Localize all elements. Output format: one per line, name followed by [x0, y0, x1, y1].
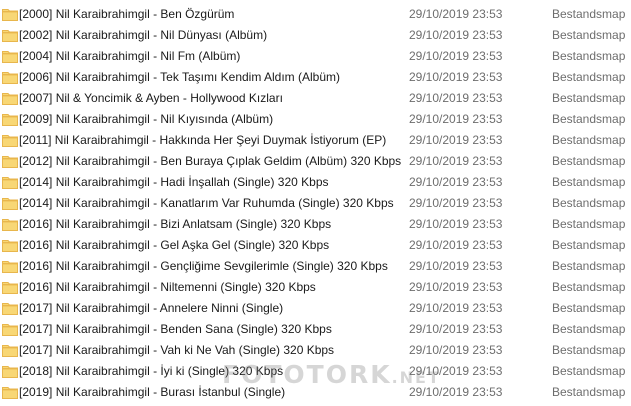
folder-icon [2, 345, 18, 357]
item-type: Bestandsmap [552, 385, 626, 399]
folder-icon [2, 198, 18, 210]
folder-row[interactable]: [2016] Nil Karaibrahimgil - Gel Aşka Gel… [0, 235, 631, 256]
folder-row[interactable]: [2016] Nil Karaibrahimgil - Niltemenni (… [0, 277, 631, 298]
item-type: Bestandsmap [552, 154, 626, 168]
folder-name: [2012] Nil Karaibrahimgil - Ben Buraya Ç… [19, 154, 402, 168]
folder-row[interactable]: [2016] Nil Karaibrahimgil - Gençliğime S… [0, 256, 631, 277]
date-modified: 29/10/2019 23:53 [409, 133, 503, 147]
folder-row[interactable]: [2016] Nil Karaibrahimgil - Bizi Anlatsa… [0, 214, 631, 235]
item-type: Bestandsmap [552, 343, 626, 357]
folder-row[interactable]: [2002] Nil Karaibrahimgil - Nil Dünyası … [0, 25, 631, 46]
item-type: Bestandsmap [552, 196, 626, 210]
date-modified: 29/10/2019 23:53 [409, 238, 503, 252]
folder-icon [2, 93, 18, 105]
folder-icon [2, 303, 18, 315]
date-modified: 29/10/2019 23:53 [409, 154, 503, 168]
folder-icon [2, 156, 18, 168]
folder-row[interactable]: [2009] Nil Karaibrahimgil - Nil Kıyısınd… [0, 109, 631, 130]
date-modified: 29/10/2019 23:53 [409, 322, 503, 336]
folder-row[interactable]: [2019] Nil Karaibrahimgil - Burası İstan… [0, 382, 631, 403]
folder-name: [2000] Nil Karaibrahimgil - Ben Özgürüm [19, 7, 235, 21]
item-type: Bestandsmap [552, 175, 626, 189]
folder-name: [2007] Nil & Yoncimik & Ayben - Hollywoo… [19, 91, 283, 105]
date-modified: 29/10/2019 23:53 [409, 91, 503, 105]
folder-icon [2, 51, 18, 63]
folder-icon [2, 135, 18, 147]
item-type: Bestandsmap [552, 7, 626, 21]
folder-row[interactable]: [2017] Nil Karaibrahimgil - Annelere Nin… [0, 298, 631, 319]
folder-icon [2, 30, 18, 42]
folder-name: [2011] Nil Karaibrahimgil - Hakkında Her… [19, 133, 387, 147]
folder-icon [2, 387, 18, 399]
date-modified: 29/10/2019 23:53 [409, 217, 503, 231]
date-modified: 29/10/2019 23:53 [409, 385, 503, 399]
folder-name: [2017] Nil Karaibrahimgil - Vah ki Ne Va… [19, 343, 335, 357]
folder-row[interactable]: [2004] Nil Karaibrahimgil - Nil Fm (Albü… [0, 46, 631, 67]
item-type: Bestandsmap [552, 70, 626, 84]
date-modified: 29/10/2019 23:53 [409, 259, 503, 273]
item-type: Bestandsmap [552, 28, 626, 42]
folder-icon [2, 177, 18, 189]
item-type: Bestandsmap [552, 301, 626, 315]
folder-row[interactable]: [2011] Nil Karaibrahimgil - Hakkında Her… [0, 130, 631, 151]
folder-name: [2006] Nil Karaibrahimgil - Tek Taşımı K… [19, 70, 341, 84]
folder-name: [2016] Nil Karaibrahimgil - Gençliğime S… [19, 259, 388, 273]
folder-row[interactable]: [2000] Nil Karaibrahimgil - Ben Özgürüm … [0, 4, 631, 25]
date-modified: 29/10/2019 23:53 [409, 28, 503, 42]
folder-row[interactable]: [2014] Nil Karaibrahimgil - Kanatlarım V… [0, 193, 631, 214]
folder-name: [2014] Nil Karaibrahimgil - Kanatlarım V… [19, 196, 394, 210]
date-modified: 29/10/2019 23:53 [409, 70, 503, 84]
folder-name: [2016] Nil Karaibrahimgil - Gel Aşka Gel… [19, 238, 330, 252]
folder-name: [2014] Nil Karaibrahimgil - Hadi İnşalla… [19, 175, 329, 189]
folder-icon [2, 219, 18, 231]
folder-name: [2018] Nil Karaibrahimgil - İyi ki (Sing… [19, 364, 284, 378]
folder-name: [2016] Nil Karaibrahimgil - Niltemenni (… [19, 280, 316, 294]
date-modified: 29/10/2019 23:53 [409, 112, 503, 126]
folder-row[interactable]: [2014] Nil Karaibrahimgil - Hadi İnşalla… [0, 172, 631, 193]
date-modified: 29/10/2019 23:53 [409, 364, 503, 378]
folder-row[interactable]: [2017] Nil Karaibrahimgil - Vah ki Ne Va… [0, 340, 631, 361]
folder-icon [2, 9, 18, 21]
folder-icon [2, 324, 18, 336]
date-modified: 29/10/2019 23:53 [409, 175, 503, 189]
folder-row[interactable]: [2018] Nil Karaibrahimgil - İyi ki (Sing… [0, 361, 631, 382]
date-modified: 29/10/2019 23:53 [409, 7, 503, 21]
item-type: Bestandsmap [552, 217, 626, 231]
folder-name: [2019] Nil Karaibrahimgil - Burası İstan… [19, 385, 286, 399]
folder-name: [2017] Nil Karaibrahimgil - Benden Sana … [19, 322, 332, 336]
folder-name: [2016] Nil Karaibrahimgil - Bizi Anlatsa… [19, 217, 332, 231]
folder-icon [2, 366, 18, 378]
folder-icon [2, 114, 18, 126]
item-type: Bestandsmap [552, 49, 626, 63]
folder-row[interactable]: [2007] Nil & Yoncimik & Ayben - Hollywoo… [0, 88, 631, 109]
folder-row[interactable]: [2017] Nil Karaibrahimgil - Benden Sana … [0, 319, 631, 340]
date-modified: 29/10/2019 23:53 [409, 196, 503, 210]
item-type: Bestandsmap [552, 91, 626, 105]
folder-icon [2, 282, 18, 294]
folder-name: [2017] Nil Karaibrahimgil - Annelere Nin… [19, 301, 284, 315]
folder-icon [2, 72, 18, 84]
folder-icon [2, 240, 18, 252]
date-modified: 29/10/2019 23:53 [409, 49, 503, 63]
date-modified: 29/10/2019 23:53 [409, 343, 503, 357]
item-type: Bestandsmap [552, 112, 626, 126]
folder-name: [2004] Nil Karaibrahimgil - Nil Fm (Albü… [19, 49, 241, 63]
item-type: Bestandsmap [552, 238, 626, 252]
item-type: Bestandsmap [552, 322, 626, 336]
folder-row[interactable]: [2012] Nil Karaibrahimgil - Ben Buraya Ç… [0, 151, 631, 172]
item-type: Bestandsmap [552, 259, 626, 273]
folder-icon [2, 261, 18, 273]
folder-row[interactable]: [2006] Nil Karaibrahimgil - Tek Taşımı K… [0, 67, 631, 88]
item-type: Bestandsmap [552, 133, 626, 147]
item-type: Bestandsmap [552, 364, 626, 378]
date-modified: 29/10/2019 23:53 [409, 280, 503, 294]
file-list: [2000] Nil Karaibrahimgil - Ben Özgürüm … [0, 4, 631, 403]
folder-name: [2002] Nil Karaibrahimgil - Nil Dünyası … [19, 28, 268, 42]
item-type: Bestandsmap [552, 280, 626, 294]
folder-name: [2009] Nil Karaibrahimgil - Nil Kıyısınd… [19, 112, 274, 126]
date-modified: 29/10/2019 23:53 [409, 301, 503, 315]
